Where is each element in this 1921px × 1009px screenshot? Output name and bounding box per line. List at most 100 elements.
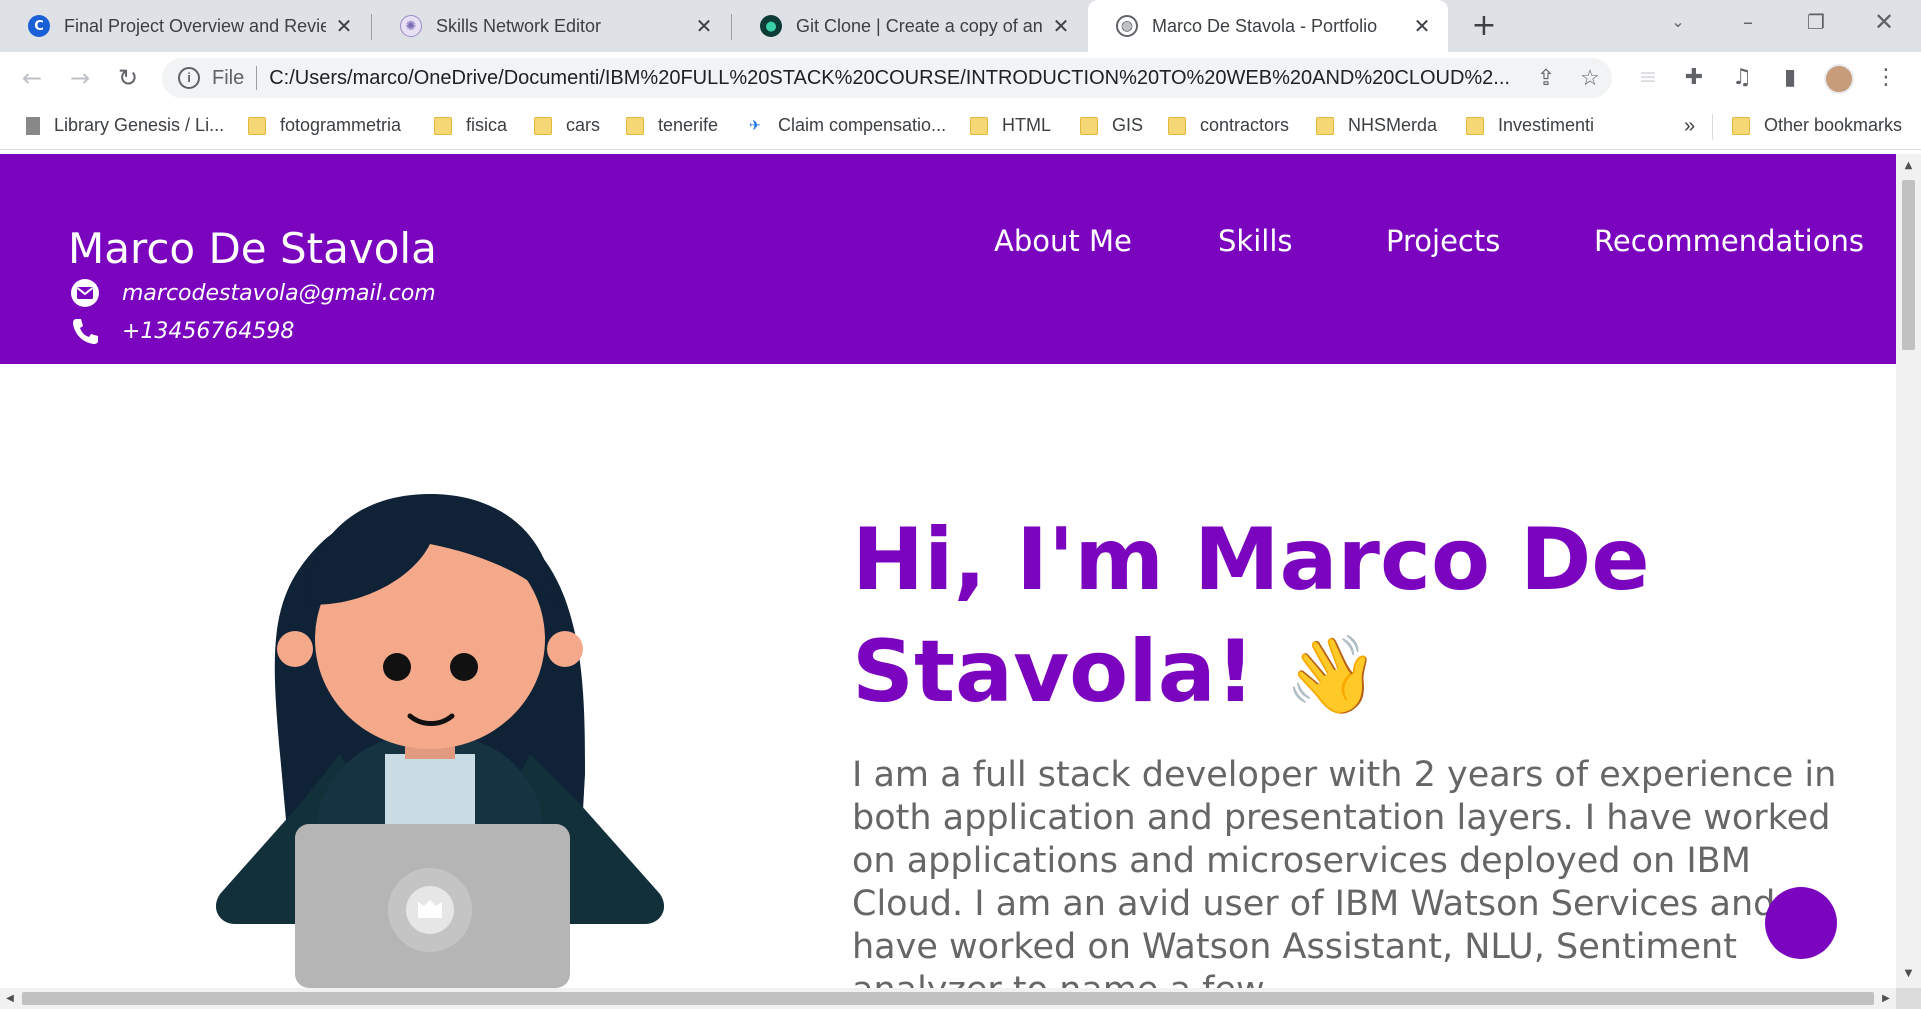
address-url[interactable]: C:/Users/marco/OneDrive/Documenti/IBM%20… <box>269 67 1524 90</box>
vertical-scrollbar[interactable]: ▲ ▼ <box>1896 154 1921 988</box>
bookmark-claim-compensation[interactable]: ✈ Claim compensatio... <box>746 115 946 136</box>
bookmarks-bar: Library Genesis / Li... fotogrammetria f… <box>0 104 1921 150</box>
page-viewport: Marco De Stavola marcodestavola@gmail.co… <box>0 154 1896 988</box>
scroll-left-arrow-icon[interactable]: ◀ <box>0 988 20 1009</box>
email-text[interactable]: marcodestavola@gmail.com <box>122 281 436 306</box>
folder-icon <box>626 116 644 135</box>
phone-icon <box>70 316 100 346</box>
vertical-scroll-thumb[interactable] <box>1902 180 1915 350</box>
tab-title: Skills Network Editor <box>436 15 602 36</box>
tab-strip: C Final Project Overview and Review ✕ ✺ … <box>0 0 1921 52</box>
folder-icon <box>434 116 452 135</box>
scroll-right-arrow-icon[interactable]: ▶ <box>1876 988 1896 1009</box>
bookmark-label: GIS <box>1112 115 1144 135</box>
bookmark-contractors[interactable]: contractors <box>1168 115 1289 136</box>
bookmark-label: fotogrammetria <box>280 115 402 135</box>
bookmark-label: cars <box>566 115 601 135</box>
horizontal-scroll-thumb[interactable] <box>22 992 1874 1005</box>
reload-button[interactable]: ↻ <box>110 60 146 96</box>
bookmark-gis[interactable]: GIS <box>1080 115 1143 136</box>
bookmark-label: contractors <box>1200 115 1290 135</box>
folder-icon <box>248 116 266 135</box>
bookmark-tenerife[interactable]: tenerife <box>626 115 718 136</box>
extensions-icon[interactable]: ✚ <box>1678 62 1710 94</box>
hero-heading-line-2: Stavola! <box>852 622 1255 722</box>
close-icon[interactable]: ✕ <box>332 14 356 38</box>
hero-intro-text: I am a full stack developer with 2 years… <box>852 755 1837 988</box>
bookmark-investimenti[interactable]: Investimenti <box>1466 115 1594 136</box>
bookmark-star-icon[interactable]: ☆ <box>1568 65 1612 91</box>
folder-icon <box>534 116 552 135</box>
media-control-icon[interactable]: ♫ <box>1726 62 1758 94</box>
reading-list-icon[interactable]: ≡ <box>1632 62 1664 94</box>
bookmark-html[interactable]: HTML <box>970 115 1051 136</box>
profile-avatar[interactable] <box>1824 64 1854 94</box>
tab-title: Git Clone | Create a copy of an existing… <box>796 15 1043 36</box>
left-ear-shape <box>277 631 313 667</box>
site-info-icon[interactable]: i <box>178 67 200 89</box>
folder-icon <box>1316 116 1334 135</box>
contact-email[interactable]: marcodestavola@gmail.com <box>70 278 436 308</box>
tab-title: Marco De Stavola - Portfolio <box>1152 15 1378 36</box>
restore-button[interactable]: ❐ <box>1786 0 1846 44</box>
git-icon: ● <box>760 15 782 37</box>
bookmark-cars[interactable]: cars <box>534 115 600 136</box>
bookmark-fisica[interactable]: fisica <box>434 115 507 136</box>
browser-toolbar: ← → ↻ i File C:/Users/marco/OneDrive/Doc… <box>0 52 1921 104</box>
tab-skills-network-editor[interactable]: ✺ Skills Network Editor ✕ <box>372 0 730 52</box>
bookmark-label: Library Genesis / Li... <box>54 115 225 135</box>
developer-avatar-illustration <box>215 494 665 988</box>
minimize-button[interactable]: – <box>1718 0 1778 44</box>
bookmark-label: NHSMerda <box>1348 115 1438 135</box>
bookmark-label: Other bookmarks <box>1764 115 1903 135</box>
bookmark-fotogrammetria[interactable]: fotogrammetria <box>248 115 401 136</box>
close-window-button[interactable]: ✕ <box>1854 0 1914 44</box>
scroll-up-arrow-icon[interactable]: ▲ <box>1896 160 1921 171</box>
bookmark-label: Claim compensatio... <box>778 115 947 135</box>
tab-final-project[interactable]: C Final Project Overview and Review ✕ <box>0 0 370 52</box>
back-button[interactable]: ← <box>14 60 50 96</box>
folder-icon <box>1732 116 1750 135</box>
forward-button[interactable]: → <box>62 60 98 96</box>
bookmark-other-bookmarks[interactable]: Other bookmarks <box>1732 115 1902 136</box>
floating-action-button[interactable] <box>1765 887 1837 959</box>
scrollbar-corner <box>1896 988 1921 1009</box>
bookmark-label: HTML <box>1002 115 1051 135</box>
horizontal-scrollbar[interactable]: ◀ ▶ <box>0 988 1896 1009</box>
menu-icon[interactable]: ⋮ <box>1870 62 1902 94</box>
globe-icon: ◍ <box>1116 15 1138 37</box>
contact-phone[interactable]: +13456764598 <box>70 316 294 346</box>
share-icon[interactable]: ⇪ <box>1524 65 1568 91</box>
bookmarks-overflow-button[interactable]: » <box>1684 115 1695 138</box>
close-icon[interactable]: ✕ <box>1410 14 1434 38</box>
scroll-down-arrow-icon[interactable]: ▼ <box>1896 968 1921 979</box>
address-bar[interactable]: i File C:/Users/marco/OneDrive/Documenti… <box>162 58 1612 98</box>
coursera-icon: C <box>28 15 50 37</box>
bookmark-library-genesis[interactable]: Library Genesis / Li... <box>26 115 224 136</box>
site-brand-name: Marco De Stavola <box>68 224 437 273</box>
new-tab-button[interactable]: + <box>1466 8 1502 44</box>
bookmark-label: Investimenti <box>1498 115 1595 135</box>
nav-link-recommendations[interactable]: Recommendations <box>1594 224 1864 258</box>
close-icon[interactable]: ✕ <box>1049 14 1073 38</box>
bookmark-nhsmerda[interactable]: NHSMerda <box>1316 115 1437 136</box>
folder-icon <box>1168 116 1186 135</box>
nav-link-skills[interactable]: Skills <box>1218 224 1292 258</box>
bookmarks-divider <box>1712 114 1713 140</box>
folder-icon <box>970 116 988 135</box>
side-panel-icon[interactable]: ▮ <box>1774 62 1806 94</box>
nav-link-projects[interactable]: Projects <box>1386 224 1500 258</box>
envelope-icon <box>70 278 100 308</box>
folder-icon <box>1080 116 1098 135</box>
shirt-shape <box>385 754 475 824</box>
phone-text[interactable]: +13456764598 <box>122 319 294 344</box>
tab-title: Final Project Overview and Review <box>64 15 326 36</box>
tab-portfolio[interactable]: ◍ Marco De Stavola - Portfolio ✕ <box>1088 0 1448 52</box>
tab-git-clone[interactable]: ● Git Clone | Create a copy of an existi… <box>732 0 1087 52</box>
close-icon[interactable]: ✕ <box>692 14 716 38</box>
book-icon <box>26 116 40 135</box>
left-eye-shape <box>383 653 411 681</box>
tab-search-icon[interactable]: ⌄ <box>1648 0 1708 44</box>
nav-link-about-me[interactable]: About Me <box>994 224 1132 258</box>
hero-heading-line-1: Hi, I'm Marco De <box>852 510 1650 610</box>
